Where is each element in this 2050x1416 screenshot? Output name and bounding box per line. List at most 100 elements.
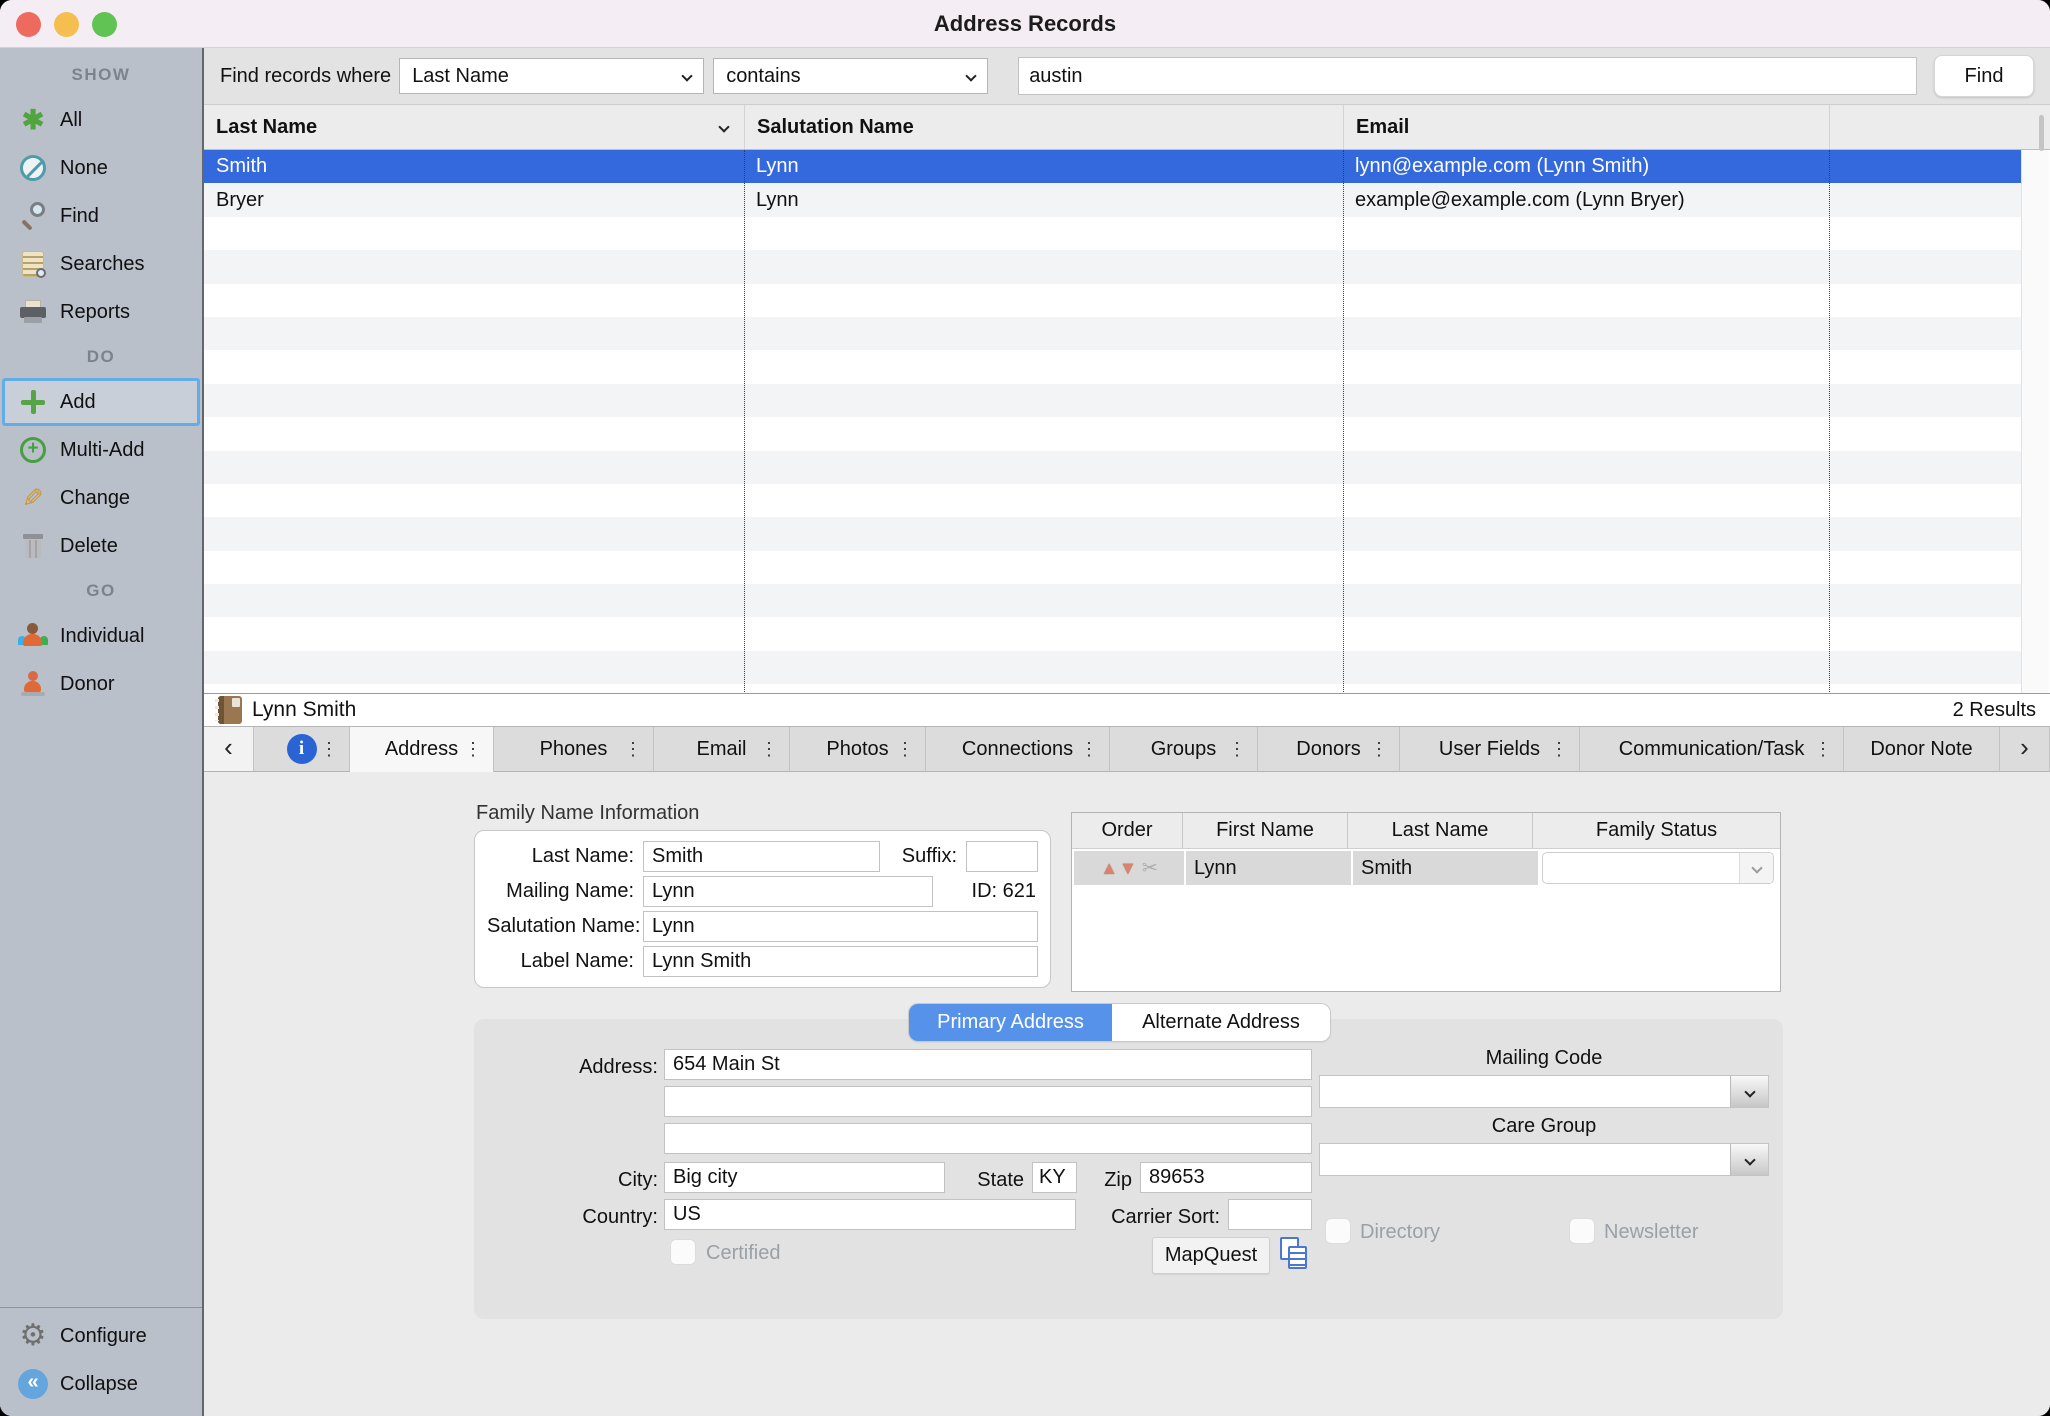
sidebar-item-find[interactable]: Find <box>0 192 202 240</box>
scrollbar-thumb[interactable] <box>2039 115 2044 151</box>
table-row-empty[interactable] <box>204 684 2021 694</box>
sidebar-item-donor[interactable]: Donor <box>0 660 202 708</box>
table-row-empty[interactable] <box>204 284 2021 317</box>
column-header-last-name[interactable]: Last Name <box>204 105 744 149</box>
table-row-empty[interactable] <box>204 350 2021 383</box>
tab-address[interactable]: Address⋮ <box>350 727 494 772</box>
tab-donor-note[interactable]: Donor Note <box>1844 727 2000 772</box>
tab-donors[interactable]: Donors⋮ <box>1258 727 1400 772</box>
family-status-select[interactable] <box>1542 852 1774 884</box>
mailing-name-input[interactable] <box>643 876 933 907</box>
table-row-empty[interactable] <box>204 617 2021 650</box>
sidebar-item-label: Individual <box>60 625 145 648</box>
kebab-menu-icon[interactable]: ⋮ <box>760 739 778 760</box>
state-input[interactable] <box>1032 1162 1077 1193</box>
tab-scroll-back-button[interactable]: ‹ <box>204 727 254 772</box>
certified-checkbox[interactable] <box>670 1239 696 1265</box>
tab-groups[interactable]: Groups⋮ <box>1110 727 1258 772</box>
sidebar-item-searches[interactable]: Searches <box>0 240 202 288</box>
suffix-input[interactable] <box>966 841 1038 872</box>
table-row-empty[interactable] <box>204 317 2021 350</box>
family-members-header: OrderFirst NameLast NameFamily Status <box>1072 813 1780 849</box>
kebab-menu-icon[interactable]: ⋮ <box>464 739 482 760</box>
sidebar-item-label: Find <box>60 205 99 228</box>
detach-member-icon[interactable]: ✂ <box>1142 857 1158 880</box>
tab-alternate-address[interactable]: Alternate Address <box>1112 1004 1330 1041</box>
member-last-name-cell[interactable]: Smith <box>1353 851 1538 885</box>
move-up-icon[interactable]: ▲ <box>1100 858 1118 879</box>
address-line1-input[interactable] <box>664 1049 1312 1080</box>
certified-label: Certified <box>706 1242 780 1265</box>
tab-photos[interactable]: Photos⋮ <box>790 727 926 772</box>
label-name-label: Label Name: <box>487 950 643 973</box>
kebab-menu-icon[interactable]: ⋮ <box>624 739 642 760</box>
country-input[interactable] <box>664 1199 1076 1230</box>
sidebar-item-multi-add[interactable]: +Multi-Add <box>0 426 202 474</box>
carrier-sort-input[interactable] <box>1228 1199 1312 1230</box>
directory-checkbox[interactable] <box>1325 1218 1351 1244</box>
sidebar-item-change[interactable]: ✎Change <box>0 474 202 522</box>
table-row-empty[interactable] <box>204 517 2021 550</box>
care-group-select[interactable] <box>1319 1143 1769 1176</box>
zip-input[interactable] <box>1140 1162 1312 1193</box>
column-header-salutation-name[interactable]: Salutation Name <box>744 105 1343 149</box>
address-line3-input[interactable] <box>664 1123 1312 1154</box>
mailing-code-dropdown-button[interactable] <box>1730 1076 1768 1107</box>
table-row-empty[interactable] <box>204 384 2021 417</box>
mapquest-button[interactable]: MapQuest <box>1152 1237 1270 1274</box>
tab-communication-task[interactable]: Communication/Task⋮ <box>1580 727 1844 772</box>
table-row-empty[interactable] <box>204 651 2021 684</box>
table-row-empty[interactable] <box>204 250 2021 283</box>
address-line2-input[interactable] <box>664 1086 1312 1117</box>
tab-connections[interactable]: Connections⋮ <box>926 727 1110 772</box>
tab-phones[interactable]: Phones⋮ <box>494 727 654 772</box>
sidebar-item-delete[interactable]: Delete <box>0 522 202 570</box>
table-row[interactable]: SmithLynnlynn@example.com (Lynn Smith) <box>204 150 2021 183</box>
table-row-empty[interactable] <box>204 484 2021 517</box>
newsletter-checkbox[interactable] <box>1569 1218 1595 1244</box>
sidebar-item-collapse[interactable]: «Collapse <box>0 1360 202 1408</box>
tab-user-fields[interactable]: User Fields⋮ <box>1400 727 1580 772</box>
label-name-input[interactable] <box>643 946 1038 977</box>
city-input[interactable] <box>664 1162 945 1193</box>
find-field-select[interactable]: Last Name <box>399 58 704 94</box>
table-row-empty[interactable] <box>204 217 2021 250</box>
sidebar-item-reports[interactable]: Reports <box>0 288 202 336</box>
salutation-name-label: Salutation Name: <box>487 915 643 938</box>
table-row[interactable]: BryerLynnexample@example.com (Lynn Bryer… <box>204 183 2021 216</box>
sidebar-item-add[interactable]: Add <box>2 378 200 426</box>
table-row-empty[interactable] <box>204 551 2021 584</box>
find-button[interactable]: Find <box>1934 55 2034 97</box>
mailing-code-select[interactable] <box>1319 1075 1769 1108</box>
sidebar-item-individual[interactable]: Individual <box>0 612 202 660</box>
kebab-menu-icon[interactable]: ⋮ <box>1814 739 1832 760</box>
kebab-menu-icon[interactable]: ⋮ <box>1550 739 1568 760</box>
find-query-input[interactable] <box>1018 57 1917 95</box>
record-tab-strip: ‹i⋮Address⋮Phones⋮Email⋮Photos⋮Connectio… <box>204 727 2050 772</box>
care-group-dropdown-button[interactable] <box>1730 1144 1768 1175</box>
find-operator-select[interactable]: contains <box>713 58 988 94</box>
vertical-scrollbar[interactable] <box>2021 150 2049 693</box>
move-down-icon[interactable]: ▼ <box>1119 858 1137 879</box>
table-row-empty[interactable] <box>204 451 2021 484</box>
kebab-menu-icon[interactable]: ⋮ <box>1228 739 1246 760</box>
kebab-menu-icon[interactable]: ⋮ <box>1080 739 1098 760</box>
family-status-dropdown-button[interactable] <box>1739 853 1773 883</box>
column-header-email[interactable]: Email <box>1343 105 1829 149</box>
tab-info[interactable]: i⋮ <box>254 727 350 772</box>
kebab-menu-icon[interactable]: ⋮ <box>320 739 338 760</box>
salutation-name-input[interactable] <box>643 911 1038 942</box>
tab-primary-address[interactable]: Primary Address <box>909 1004 1112 1041</box>
kebab-menu-icon[interactable]: ⋮ <box>896 739 914 760</box>
sidebar-item-configure[interactable]: ⚙Configure <box>0 1312 202 1360</box>
table-row-empty[interactable] <box>204 417 2021 450</box>
tab-scroll-forward-button[interactable]: › <box>2000 727 2050 772</box>
tab-email[interactable]: Email⋮ <box>654 727 790 772</box>
kebab-menu-icon[interactable]: ⋮ <box>1370 739 1388 760</box>
last-name-input[interactable] <box>643 841 880 872</box>
member-first-name-cell[interactable]: Lynn <box>1186 851 1351 885</box>
table-row-empty[interactable] <box>204 584 2021 617</box>
copy-address-icon[interactable] <box>1280 1237 1310 1271</box>
sidebar-item-all[interactable]: ✱All <box>0 96 202 144</box>
sidebar-item-none[interactable]: None <box>0 144 202 192</box>
